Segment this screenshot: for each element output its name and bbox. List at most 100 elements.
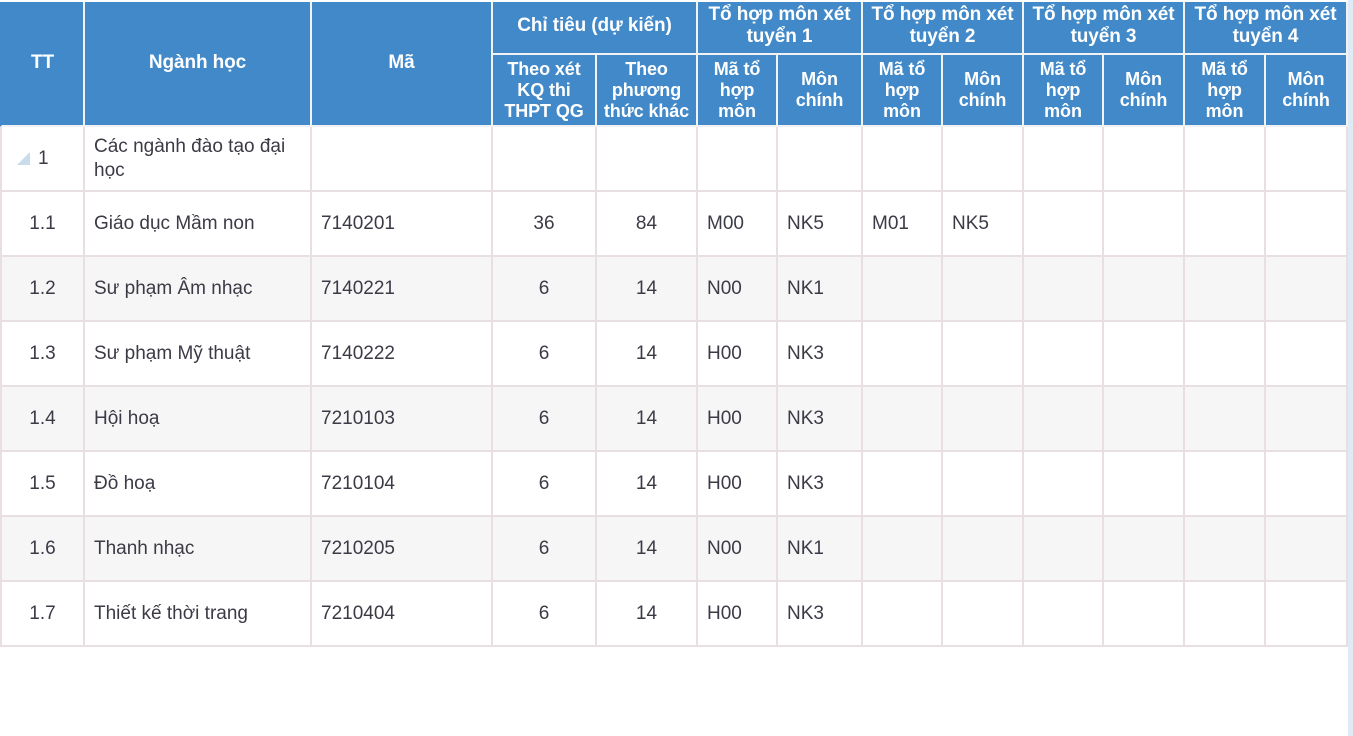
header-nganh-hoc[interactable]: Ngành học: [85, 0, 312, 128]
cell-tt: 1.3: [0, 322, 85, 388]
cell-nganh-hoc: Thanh nhạc: [85, 517, 312, 583]
cell-mon-chinh-2: [943, 387, 1024, 453]
cell-ma-to-hop-mon-1: N00: [698, 257, 778, 323]
cell-mon-chinh-2: [943, 452, 1024, 518]
cell-tt: 1.2: [0, 257, 85, 323]
header-to-hop-mon-4[interactable]: Tổ hợp môn xét tuyển 4: [1185, 0, 1348, 55]
collapse-triangle-icon[interactable]: [17, 152, 30, 166]
cell-nganh-hoc: Thiết kế thời trang: [85, 582, 312, 648]
cell-mon-chinh-4: [1266, 322, 1348, 388]
cell-mon-chinh-2: [943, 582, 1024, 648]
cell-mon-chinh-2: NK5: [943, 192, 1024, 258]
header-to-hop-mon-3[interactable]: Tổ hợp môn xét tuyển 3: [1024, 0, 1185, 55]
cell-nganh-hoc: Sư phạm Âm nhạc: [85, 257, 312, 323]
header-mon-chinh-3[interactable]: Môn chính: [1104, 54, 1185, 128]
cell-theo-phuong-thuc-khac: 14: [597, 517, 698, 583]
table-row[interactable]: 1 Các ngành đào tạo đại học: [0, 127, 1348, 193]
cell-mon-chinh-1: [778, 127, 863, 193]
header-mon-chinh-4[interactable]: Môn chính: [1266, 54, 1348, 128]
cell-mon-chinh-1: NK1: [778, 517, 863, 583]
cell-ma-to-hop-mon-4: [1185, 192, 1266, 258]
cell-tt: 1: [0, 127, 85, 193]
cell-theo-xet-kq: 36: [493, 192, 597, 258]
cell-theo-xet-kq: 6: [493, 517, 597, 583]
cell-theo-phuong-thuc-khac: 14: [597, 322, 698, 388]
table-row[interactable]: 1.6 Thanh nhạc 7210205 6 14 N00 NK1: [0, 517, 1348, 583]
header-mon-chinh-2[interactable]: Môn chính: [943, 54, 1024, 128]
cell-theo-xet-kq: 6: [493, 452, 597, 518]
header-theo-phuong-thuc-khac[interactable]: Theo phương thức khác: [597, 54, 698, 128]
cell-mon-chinh-1: NK3: [778, 582, 863, 648]
table-row[interactable]: 1.7 Thiết kế thời trang 7210404 6 14 H00 NK3: [0, 582, 1348, 648]
cell-mon-chinh-3: [1104, 192, 1185, 258]
cell-ma-to-hop-mon-2: [863, 127, 943, 193]
group-toggle[interactable]: 1: [11, 147, 74, 171]
cell-ma-to-hop-mon-2: M01: [863, 192, 943, 258]
cell-ma-to-hop-mon-1: [698, 127, 778, 193]
cell-mon-chinh-1: NK5: [778, 192, 863, 258]
table-row[interactable]: 1.4 Hội hoạ 7210103 6 14 H00 NK3: [0, 387, 1348, 453]
cell-mon-chinh-3: [1104, 517, 1185, 583]
cell-ma-to-hop-mon-3: [1024, 517, 1104, 583]
cell-ma-to-hop-mon-4: [1185, 387, 1266, 453]
cell-nganh-hoc: Hội hoạ: [85, 387, 312, 453]
cell-ma: 7210103: [312, 387, 493, 453]
cell-mon-chinh-4: [1266, 517, 1348, 583]
cell-ma-to-hop-mon-1: H00: [698, 387, 778, 453]
cell-theo-xet-kq: 6: [493, 582, 597, 648]
page-right-edge: [1348, 0, 1353, 736]
cell-ma-to-hop-mon-4: [1185, 452, 1266, 518]
header-ma-to-hop-mon-2[interactable]: Mã tổ hợp môn: [863, 54, 943, 128]
cell-ma-to-hop-mon-3: [1024, 452, 1104, 518]
cell-ma: 7210404: [312, 582, 493, 648]
cell-ma-to-hop-mon-4: [1185, 127, 1266, 193]
table-row[interactable]: 1.2 Sư phạm Âm nhạc 7140221 6 14 N00 NK1: [0, 257, 1348, 323]
cell-ma-to-hop-mon-1: N00: [698, 517, 778, 583]
cell-theo-xet-kq: 6: [493, 322, 597, 388]
cell-ma-to-hop-mon-2: [863, 452, 943, 518]
cell-nganh-hoc: Đồ hoạ: [85, 452, 312, 518]
header-ma-to-hop-mon-3[interactable]: Mã tổ hợp môn: [1024, 54, 1104, 128]
admissions-table-page: TT Ngành học Mã Chỉ tiêu (dự kiến) Tổ hợ…: [0, 0, 1353, 736]
cell-ma: 7140201: [312, 192, 493, 258]
cell-ma-to-hop-mon-3: [1024, 127, 1104, 193]
cell-ma: 7210205: [312, 517, 493, 583]
cell-ma: [312, 127, 493, 193]
header-ma-to-hop-mon-4[interactable]: Mã tổ hợp môn: [1185, 54, 1266, 128]
cell-ma-to-hop-mon-2: [863, 517, 943, 583]
cell-ma-to-hop-mon-3: [1024, 582, 1104, 648]
header-ma[interactable]: Mã: [312, 0, 493, 128]
cell-mon-chinh-4: [1266, 257, 1348, 323]
cell-ma-to-hop-mon-3: [1024, 322, 1104, 388]
cell-mon-chinh-4: [1266, 452, 1348, 518]
cell-ma-to-hop-mon-3: [1024, 192, 1104, 258]
header-to-hop-mon-2[interactable]: Tổ hợp môn xét tuyển 2: [863, 0, 1024, 55]
cell-ma: 7210104: [312, 452, 493, 518]
header-tt[interactable]: TT: [0, 0, 85, 128]
table-row[interactable]: 1.5 Đồ hoạ 7210104 6 14 H00 NK3: [0, 452, 1348, 518]
cell-mon-chinh-3: [1104, 257, 1185, 323]
table-body: 1 Các ngành đào tạo đại học 1.1 Giáo dục Mầ…: [0, 127, 1348, 648]
header-theo-xet-kq-thi-thpt-qg[interactable]: Theo xét KQ thi THPT QG: [493, 54, 597, 128]
cell-nganh-hoc: Sư phạm Mỹ thuật: [85, 322, 312, 388]
cell-ma-to-hop-mon-3: [1024, 257, 1104, 323]
page-top-edge: [0, 0, 1353, 2]
table-row[interactable]: 1.3 Sư phạm Mỹ thuật 7140222 6 14 H00 NK3: [0, 322, 1348, 388]
header-ma-to-hop-mon-1[interactable]: Mã tổ hợp môn: [698, 54, 778, 128]
table-header: TT Ngành học Mã Chỉ tiêu (dự kiến) Tổ hợ…: [0, 0, 1348, 128]
cell-mon-chinh-1: NK3: [778, 387, 863, 453]
cell-ma-to-hop-mon-4: [1185, 517, 1266, 583]
cell-mon-chinh-4: [1266, 127, 1348, 193]
table-row[interactable]: 1.1 Giáo dục Mầm non 7140201 36 84 M00 NK5 M01 N…: [0, 192, 1348, 258]
cell-theo-phuong-thuc-khac: 14: [597, 387, 698, 453]
cell-mon-chinh-1: NK1: [778, 257, 863, 323]
cell-mon-chinh-4: [1266, 192, 1348, 258]
cell-tt: 1.6: [0, 517, 85, 583]
cell-ma-to-hop-mon-2: [863, 387, 943, 453]
header-to-hop-mon-1[interactable]: Tổ hợp môn xét tuyển 1: [698, 0, 863, 55]
header-chi-tieu[interactable]: Chỉ tiêu (dự kiến): [493, 0, 698, 55]
cell-theo-phuong-thuc-khac: 84: [597, 192, 698, 258]
cell-theo-xet-kq: 6: [493, 387, 597, 453]
cell-nganh-hoc: Giáo dục Mầm non: [85, 192, 312, 258]
header-mon-chinh-1[interactable]: Môn chính: [778, 54, 863, 128]
